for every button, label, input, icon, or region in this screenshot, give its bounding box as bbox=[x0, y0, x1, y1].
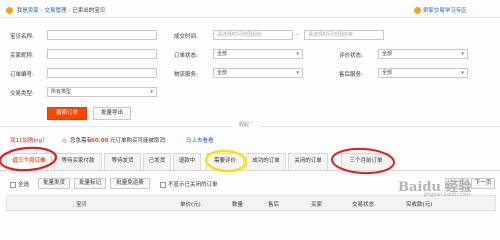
deal-time-start-input[interactable]: 请选择时间范围起始 bbox=[213, 30, 293, 40]
item-name-label: 宝贝名称: bbox=[10, 34, 34, 40]
deal-time-separator: - bbox=[296, 32, 298, 38]
column-unit-price: 单价(元) bbox=[180, 202, 201, 208]
checkbox bbox=[10, 181, 16, 188]
tab-refunding[interactable]: 退款中 bbox=[173, 153, 201, 170]
batch-ship-button[interactable]: 批量发货 bbox=[38, 178, 70, 189]
column-after-sale: 售后 bbox=[268, 202, 280, 208]
hide-closed-checkbox[interactable]: 不显示已关闭的订单 bbox=[160, 180, 218, 188]
next-page-button[interactable]: 下一页 bbox=[471, 178, 495, 189]
watermark-url: jingyan.baidu.com bbox=[424, 192, 471, 198]
deal-time-label: 成交时间: bbox=[174, 34, 198, 40]
logistics-label: 物流服务: bbox=[174, 72, 198, 78]
column-received: 实收款(元) bbox=[406, 202, 433, 208]
chevron-down-icon: ▾ bbox=[296, 70, 299, 76]
help-link[interactable]: 卖家交易学习专区 bbox=[414, 6, 467, 14]
tab-awaiting-shipment[interactable]: 等待发货 bbox=[104, 153, 141, 170]
column-quantity: 数量 bbox=[232, 202, 244, 208]
column-buyer: 买家 bbox=[311, 202, 323, 208]
column-trade-status: 交易状态 bbox=[352, 202, 375, 208]
tab-recent-3-months[interactable]: 近三个月订单 bbox=[6, 153, 52, 170]
notice-link[interactable]: 马上去看看 bbox=[186, 136, 214, 147]
collapse-toggle[interactable]: 收起 ˄ bbox=[233, 121, 259, 130]
after-sale-label: 售后服务: bbox=[339, 72, 363, 78]
trade-type-select[interactable]: 所有类型 ▾ bbox=[47, 87, 157, 97]
order-no-input[interactable] bbox=[47, 68, 157, 78]
tab-closed[interactable]: 关闭的订单 bbox=[288, 153, 328, 170]
batch-export-button[interactable]: 批量导出 bbox=[93, 107, 131, 120]
order-status-label: 订单状态: bbox=[174, 53, 198, 59]
buyer-label: 买家昵称: bbox=[10, 53, 34, 59]
chevron-down-icon: ▾ bbox=[296, 51, 299, 57]
breadcrumb-trade[interactable]: 交易管理 bbox=[44, 8, 66, 14]
home-icon bbox=[6, 7, 13, 14]
alert-icon: ◎ bbox=[62, 138, 67, 144]
chevron-down-icon: ▾ bbox=[461, 51, 464, 57]
chevron-down-icon: ▾ bbox=[150, 89, 153, 95]
logistics-select[interactable]: 全部 ▾ bbox=[213, 68, 303, 78]
tab-older-than-3-months[interactable]: 三个月前订单 bbox=[341, 153, 391, 170]
item-name-input[interactable] bbox=[47, 30, 157, 40]
tab-bar-line bbox=[0, 170, 500, 171]
tab-need-review[interactable]: 需要评价 bbox=[206, 153, 244, 170]
notice-amount: 60.00 bbox=[91, 138, 109, 144]
search-orders-button[interactable]: 搜索订单 bbox=[47, 107, 87, 120]
tab-successful[interactable]: 成功的订单 bbox=[246, 153, 286, 170]
order-no-label: 订单编号: bbox=[10, 72, 34, 78]
select-all-checkbox[interactable]: 全选 bbox=[10, 180, 29, 188]
book-icon bbox=[414, 7, 421, 14]
chevron-down-icon: ▾ bbox=[461, 70, 464, 76]
review-status-select[interactable]: 全部 ▾ bbox=[378, 49, 468, 59]
notice-text-b: 元订单购买可能被取消 bbox=[110, 138, 166, 144]
buyer-input[interactable] bbox=[47, 49, 157, 59]
batch-mark-button[interactable]: 批量标记 bbox=[74, 178, 106, 189]
tab-shipped[interactable]: 已发货 bbox=[143, 153, 171, 170]
tab-awaiting-payment[interactable]: 等待买家付款 bbox=[54, 153, 102, 170]
breadcrumb: 我是卖家 › 交易管理 › 已卖出的宝贝 bbox=[6, 6, 105, 14]
notice-text-a: 您急需有 bbox=[70, 138, 93, 144]
notice-bar: 双11加购ing！ ◎ 您急需有 60.00 元订单购买可能被取消 马上去看看 bbox=[0, 136, 500, 147]
notice-prefix: 双11加购ing！ bbox=[10, 138, 48, 144]
after-sale-select[interactable]: 全部 ▾ bbox=[378, 68, 468, 78]
order-status-select[interactable]: 全部 ▾ bbox=[213, 49, 303, 59]
deal-time-end-input[interactable]: 请选择时间范围结束 bbox=[304, 30, 384, 40]
chevron-up-icon: ˄ bbox=[248, 122, 254, 128]
breadcrumb-seller[interactable]: 我是卖家 bbox=[17, 8, 39, 14]
trade-type-label: 交易类型: bbox=[10, 91, 34, 97]
review-status-label: 评价状态: bbox=[339, 53, 363, 59]
checkbox bbox=[160, 181, 166, 188]
breadcrumb-current: 已卖出的宝贝 bbox=[72, 8, 106, 14]
column-item: 宝贝 bbox=[76, 202, 88, 208]
batch-free-review-button[interactable]: 批量免运费 bbox=[110, 178, 150, 189]
